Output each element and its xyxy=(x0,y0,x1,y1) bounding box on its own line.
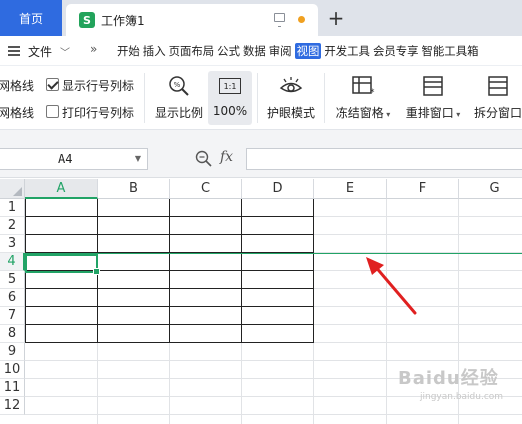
tab-bar: 首页 S 工作簿1 + xyxy=(0,0,522,36)
svg-text:%: % xyxy=(174,81,181,89)
table-border-horizontal xyxy=(25,234,314,235)
table-border-horizontal xyxy=(25,306,314,307)
split-window-label: 拆分窗口 xyxy=(473,106,522,120)
column-header-c[interactable]: C xyxy=(170,179,242,199)
eye-icon xyxy=(276,71,306,101)
ribbon-tabs: 开始 插入 页面布局 公式 数据 审阅 视图 开发工具 会员专享 智能工具箱 xyxy=(117,43,481,59)
menu-tab-member[interactable]: 会员专享 xyxy=(373,43,419,59)
table-border-horizontal xyxy=(25,324,314,325)
menu-tab-review[interactable]: 审阅 xyxy=(269,43,292,59)
name-box-value: A4 xyxy=(58,152,73,166)
menu-tab-developer[interactable]: 开发工具 xyxy=(324,43,370,59)
spreadsheet-icon: S xyxy=(79,12,95,28)
table-border-vertical xyxy=(313,199,314,343)
zoom-percent-icon: % xyxy=(164,71,194,101)
menu-tab-home[interactable]: 开始 xyxy=(117,43,140,59)
tab-workbook[interactable]: S 工作簿1 xyxy=(66,4,318,36)
chevron-down-icon[interactable]: ﹀ xyxy=(60,44,70,59)
split-window-button[interactable]: 拆分窗口 xyxy=(470,71,522,125)
active-cell-a4[interactable] xyxy=(25,254,100,275)
ribbon-divider xyxy=(257,73,258,123)
gridline-horizontal xyxy=(25,414,522,415)
gridlines-print-label[interactable]: 网格线 xyxy=(0,104,34,121)
print-headers-label: 打印行号列标 xyxy=(62,106,135,120)
ribbon-divider xyxy=(324,73,325,123)
menu-tab-smart-tools[interactable]: 智能工具箱 xyxy=(422,43,479,59)
column-header-g[interactable]: G xyxy=(459,179,522,199)
show-headers-label: 显示行号列标 xyxy=(62,79,135,93)
one-to-one-icon: 1:1 xyxy=(215,71,245,101)
menu-bar: 文件 ﹀ » 开始 插入 页面布局 公式 数据 审阅 视图 开发工具 会员专享 … xyxy=(0,36,522,66)
rearrange-windows-icon xyxy=(418,71,448,101)
ribbon-divider xyxy=(144,73,145,123)
watermark: Baidu经验 xyxy=(398,368,499,389)
row-header-6[interactable]: 6 xyxy=(0,289,25,307)
row-header-10[interactable]: 10 xyxy=(0,361,25,379)
row-header-9[interactable]: 9 xyxy=(0,343,25,361)
select-all-corner[interactable] xyxy=(0,179,25,199)
table-border-horizontal xyxy=(25,342,314,343)
row-header-1[interactable]: 1 xyxy=(0,199,25,217)
zoom-100-label: 100% xyxy=(212,104,248,118)
formula-bar: A4 ▼ fx xyxy=(0,130,522,178)
view-ribbon: 网格线 网格线 显示行号列标 打印行号列标 % 显示比例 1:1 100% 护眼… xyxy=(0,67,522,130)
menu-tab-view[interactable]: 视图 xyxy=(294,43,322,59)
file-menu[interactable]: 文件 xyxy=(28,43,52,60)
zoom-100-button[interactable]: 1:1 100% xyxy=(208,71,252,125)
monitor-icon[interactable] xyxy=(274,13,285,27)
new-tab-button[interactable]: + xyxy=(322,4,350,32)
menu-tab-formulas[interactable]: 公式 xyxy=(217,43,240,59)
freeze-panes-icon: * xyxy=(348,71,378,101)
menu-tab-insert[interactable]: 插入 xyxy=(143,43,166,59)
show-headers-checkbox[interactable] xyxy=(46,78,59,91)
rearrange-windows-button[interactable]: 重排窗口 ▾ xyxy=(401,71,465,125)
eye-mode-button[interactable]: 护眼模式 xyxy=(264,71,318,125)
name-box[interactable]: A4 ▼ xyxy=(0,148,148,170)
row-header-12[interactable]: 12 xyxy=(0,397,25,415)
row-header-8[interactable]: 8 xyxy=(0,325,25,343)
freeze-panes-button[interactable]: * 冻结窗格 ▾ xyxy=(332,71,394,125)
zoom-button[interactable]: % 显示比例 xyxy=(153,71,205,125)
column-header-b[interactable]: B xyxy=(98,179,170,199)
eye-mode-label: 护眼模式 xyxy=(266,106,315,120)
column-header-a[interactable]: A xyxy=(25,179,98,199)
gridline-horizontal xyxy=(25,360,522,361)
insert-function-button[interactable]: fx xyxy=(220,149,233,165)
annotation-arrow-icon xyxy=(366,257,417,315)
column-header-d[interactable]: D xyxy=(242,179,314,199)
formula-input[interactable] xyxy=(246,148,522,170)
row-header-4[interactable]: 4 xyxy=(0,253,25,271)
row-header-11[interactable]: 11 xyxy=(0,379,25,397)
chevron-down-icon[interactable]: ▼ xyxy=(135,154,141,163)
print-headers-checkbox[interactable] xyxy=(46,105,59,118)
unsaved-dot-icon[interactable] xyxy=(298,16,305,23)
column-header-e[interactable]: E xyxy=(314,179,387,199)
find-formula-icon[interactable] xyxy=(195,150,213,168)
svg-text:*: * xyxy=(370,88,375,97)
table-border-horizontal xyxy=(25,216,314,217)
table-border-vertical xyxy=(241,199,242,343)
watermark-url: jingyan.baidu.com xyxy=(420,392,504,402)
gridline-vertical xyxy=(458,199,459,424)
zoom-label: 显示比例 xyxy=(154,106,203,120)
rearrange-windows-label: 重排窗口 ▾ xyxy=(405,106,461,120)
column-header-f[interactable]: F xyxy=(387,179,459,199)
row-header-7[interactable]: 7 xyxy=(0,307,25,325)
more-menus-icon[interactable]: » xyxy=(90,42,97,56)
selected-row-indicator xyxy=(25,253,522,254)
menu-tab-data[interactable]: 数据 xyxy=(243,43,266,59)
menu-tab-page-layout[interactable]: 页面布局 xyxy=(169,43,215,59)
tab-workbook-title: 工作簿1 xyxy=(101,13,145,28)
hamburger-menu-icon[interactable] xyxy=(8,46,20,56)
row-header-3[interactable]: 3 xyxy=(0,235,25,253)
row-header-5[interactable]: 5 xyxy=(0,271,25,289)
split-window-icon xyxy=(483,71,513,101)
table-border-horizontal xyxy=(25,288,314,289)
gridlines-label[interactable]: 网格线 xyxy=(0,77,34,94)
freeze-panes-label: 冻结窗格 ▾ xyxy=(335,106,391,120)
tab-home[interactable]: 首页 xyxy=(0,0,62,36)
table-border-vertical xyxy=(169,199,170,343)
row-header-2[interactable]: 2 xyxy=(0,217,25,235)
